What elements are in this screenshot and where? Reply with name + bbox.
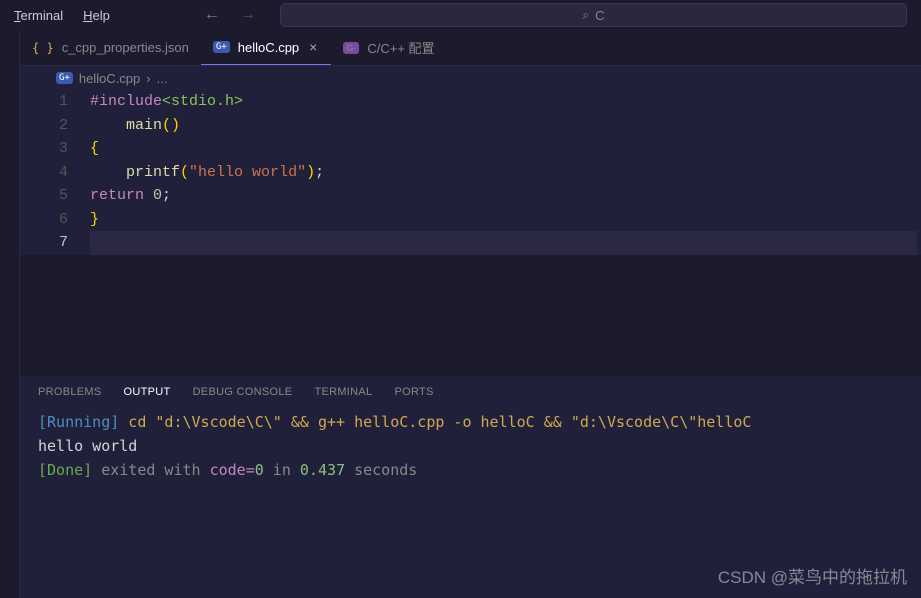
code-lines[interactable]: #include<stdio.h> main(){ printf("hello …: [90, 90, 921, 255]
panel-tab-output[interactable]: OUTPUT: [124, 386, 171, 398]
editor-tabs-bar: c_cpp_properties.json G+ helloC.cpp × G· C/C+…: [20, 30, 921, 66]
output-panel-content[interactable]: [Running] cd "d:\Vscode\C\" && g++ hello…: [20, 406, 921, 598]
breadcrumb-separator-icon: ›: [146, 71, 150, 86]
panel-tab-terminal[interactable]: TERMINAL: [314, 386, 372, 398]
line-number: 5: [20, 184, 68, 208]
breadcrumb[interactable]: G+ helloC.cpp › ...: [20, 66, 921, 90]
code-line[interactable]: {: [90, 137, 921, 161]
line-number: 1: [20, 90, 68, 114]
code-line[interactable]: #include<stdio.h>: [90, 90, 921, 114]
close-icon[interactable]: ×: [307, 39, 319, 55]
bottom-panel: PROBLEMS OUTPUT DEBUG CONSOLE TERMINAL PORTS…: [20, 376, 921, 598]
tab-label: C/C++ 配置: [367, 38, 434, 57]
line-number: 6: [20, 208, 68, 232]
line-number: 3: [20, 137, 68, 161]
json-icon: [32, 41, 54, 55]
panel-tab-debug-console[interactable]: DEBUG CONSOLE: [193, 386, 293, 398]
config-icon: G·: [343, 42, 359, 54]
search-icon: ⌕: [582, 8, 589, 23]
search-placeholder: C: [595, 8, 604, 23]
breadcrumb-more: ...: [157, 71, 168, 86]
editor-tab-c-cpp-properties-json[interactable]: c_cpp_properties.json: [20, 30, 201, 65]
code-line[interactable]: [90, 231, 917, 255]
line-number: 2: [20, 114, 68, 138]
menu-help[interactable]: Help: [73, 4, 120, 27]
panel-tabs: PROBLEMS OUTPUT DEBUG CONSOLE TERMINAL PORTS: [20, 376, 921, 406]
nav-arrows: ← →: [200, 6, 260, 24]
tab-label: helloC.cpp: [238, 40, 299, 55]
nav-back-icon[interactable]: ←: [200, 6, 224, 24]
line-number-gutter: 1234567: [20, 90, 90, 255]
line-number: 4: [20, 161, 68, 185]
line-number: 7: [20, 231, 68, 255]
cpp-icon: G+: [213, 41, 230, 53]
panel-tab-problems[interactable]: PROBLEMS: [38, 386, 102, 398]
editor-tab-helloC-cpp[interactable]: G+ helloC.cpp ×: [201, 30, 331, 65]
menu-terminal[interactable]: Terminal: [4, 4, 73, 27]
code-line[interactable]: printf("hello world");: [90, 161, 921, 185]
breadcrumb-file: helloC.cpp: [79, 71, 140, 86]
activity-bar-strip: [0, 30, 20, 598]
top-menubar: Terminal Help ← → ⌕ C: [0, 0, 921, 30]
code-line[interactable]: main(): [90, 114, 921, 138]
nav-forward-icon[interactable]: →: [236, 6, 260, 24]
code-editor[interactable]: 1234567 #include<stdio.h> main(){ printf…: [20, 90, 921, 255]
command-center-search[interactable]: ⌕ C: [280, 3, 907, 27]
panel-tab-ports[interactable]: PORTS: [394, 386, 433, 398]
cpp-icon: G+: [56, 72, 73, 84]
code-line[interactable]: return 0;: [90, 184, 921, 208]
tab-label: c_cpp_properties.json: [62, 40, 189, 55]
editor-tab-C-C-[interactable]: G· C/C++ 配置: [331, 30, 446, 65]
code-line[interactable]: }: [90, 208, 921, 232]
